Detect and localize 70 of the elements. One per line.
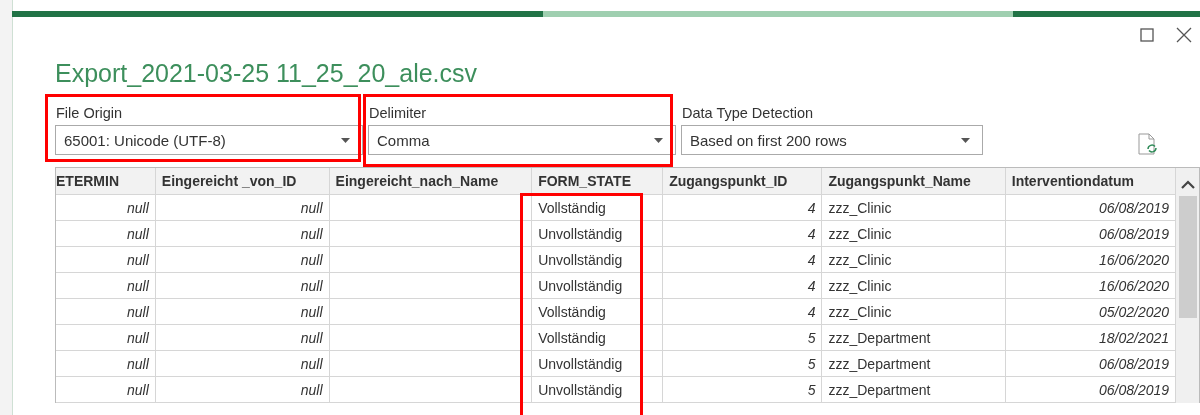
- scrollbar[interactable]: [1176, 168, 1199, 403]
- table-cell: Unvollständig: [531, 350, 663, 377]
- table-cell: zzz_Clinic: [821, 220, 1006, 247]
- table-cell: null: [56, 272, 156, 299]
- column-header: FORM_STATE: [531, 168, 663, 195]
- table-cell: zzz_Clinic: [821, 272, 1006, 299]
- table-cell: 18/02/2021: [1005, 324, 1176, 351]
- table-cell: null: [56, 194, 156, 221]
- table-cell: null: [56, 376, 156, 403]
- table-cell: null: [155, 298, 330, 325]
- setting-label: Data Type Detection: [681, 105, 815, 121]
- table-cell: 5: [662, 324, 822, 351]
- table-cell: zzz_Clinic: [821, 194, 1006, 221]
- table-cell: null: [56, 298, 156, 325]
- table-cell: null: [155, 350, 330, 377]
- column-header: Interventiondatum: [1005, 168, 1176, 195]
- table-cell: Unvollständig: [531, 272, 663, 299]
- table-cell: zzz_Clinic: [821, 246, 1006, 273]
- caret-icon: [341, 137, 350, 143]
- scrollbar-thumb[interactable]: [1178, 196, 1197, 318]
- table-cell: Unvollständig: [531, 246, 663, 273]
- table-cell: null: [155, 324, 330, 351]
- table-cell: null: [155, 376, 330, 403]
- table-cell: 4: [662, 298, 822, 325]
- table-cell: 06/08/2019: [1005, 350, 1176, 377]
- column-header: Eingereicht_nach_Name: [329, 168, 532, 195]
- table-cell: 4: [662, 194, 822, 221]
- column-header: Zugangspunkt_Name: [821, 168, 1006, 195]
- caret-icon: [654, 137, 663, 143]
- scroll-up-icon[interactable]: [1180, 180, 1195, 190]
- table-cell: zzz_Department: [821, 324, 1006, 351]
- dropdown[interactable]: 65001: Unicode (UTF-8): [55, 125, 363, 155]
- column-header: Eingereicht _von_ID: [155, 168, 330, 195]
- table-cell: 16/06/2020: [1005, 272, 1176, 299]
- table-cell: null: [56, 220, 156, 247]
- close-icon[interactable]: [1176, 27, 1192, 43]
- maximize-icon[interactable]: [1140, 28, 1154, 42]
- table-cell: null: [155, 272, 330, 299]
- table-cell: 16/06/2020: [1005, 246, 1176, 273]
- dropdown[interactable]: Comma: [368, 125, 676, 155]
- table-cell: null: [56, 324, 156, 351]
- window-title: Export_2021-03-25 11_25_20_ale.csv: [55, 59, 478, 88]
- table-cell: null: [56, 350, 156, 377]
- table-cell: Unvollständig: [531, 220, 663, 247]
- table-cell: Unvollständig: [531, 376, 663, 403]
- table-cell: zzz_Department: [821, 376, 1006, 403]
- table-cell: 4: [662, 220, 822, 247]
- table-cell: null: [56, 246, 156, 273]
- dropdown[interactable]: Based on first 200 rows: [681, 125, 983, 155]
- column-header: Zugangspunkt_ID: [662, 168, 822, 195]
- refresh-document-icon[interactable]: [1138, 133, 1158, 155]
- table-cell: 5: [662, 376, 822, 403]
- table-cell: zzz_Clinic: [821, 298, 1006, 325]
- table-cell: 05/02/2020: [1005, 298, 1176, 325]
- table-cell: zzz_Department: [821, 350, 1006, 377]
- table-cell: 06/08/2019: [1005, 220, 1176, 247]
- table-cell: 5: [662, 350, 822, 377]
- table-cell: null: [155, 194, 330, 221]
- table-cell: Vollständig: [531, 298, 663, 325]
- table-cell: 4: [662, 246, 822, 273]
- setting-label: File Origin: [55, 105, 124, 121]
- table-cell: null: [155, 220, 330, 247]
- table-cell: 06/08/2019: [1005, 194, 1176, 221]
- table-cell: Vollständig: [531, 324, 663, 351]
- table-cell: 4: [662, 272, 822, 299]
- table-cell: 06/08/2019: [1005, 376, 1176, 403]
- setting-label: Delimiter: [368, 105, 428, 121]
- table-cell: null: [155, 246, 330, 273]
- caret-icon: [961, 137, 970, 143]
- column-header: ETERMIN: [56, 168, 156, 195]
